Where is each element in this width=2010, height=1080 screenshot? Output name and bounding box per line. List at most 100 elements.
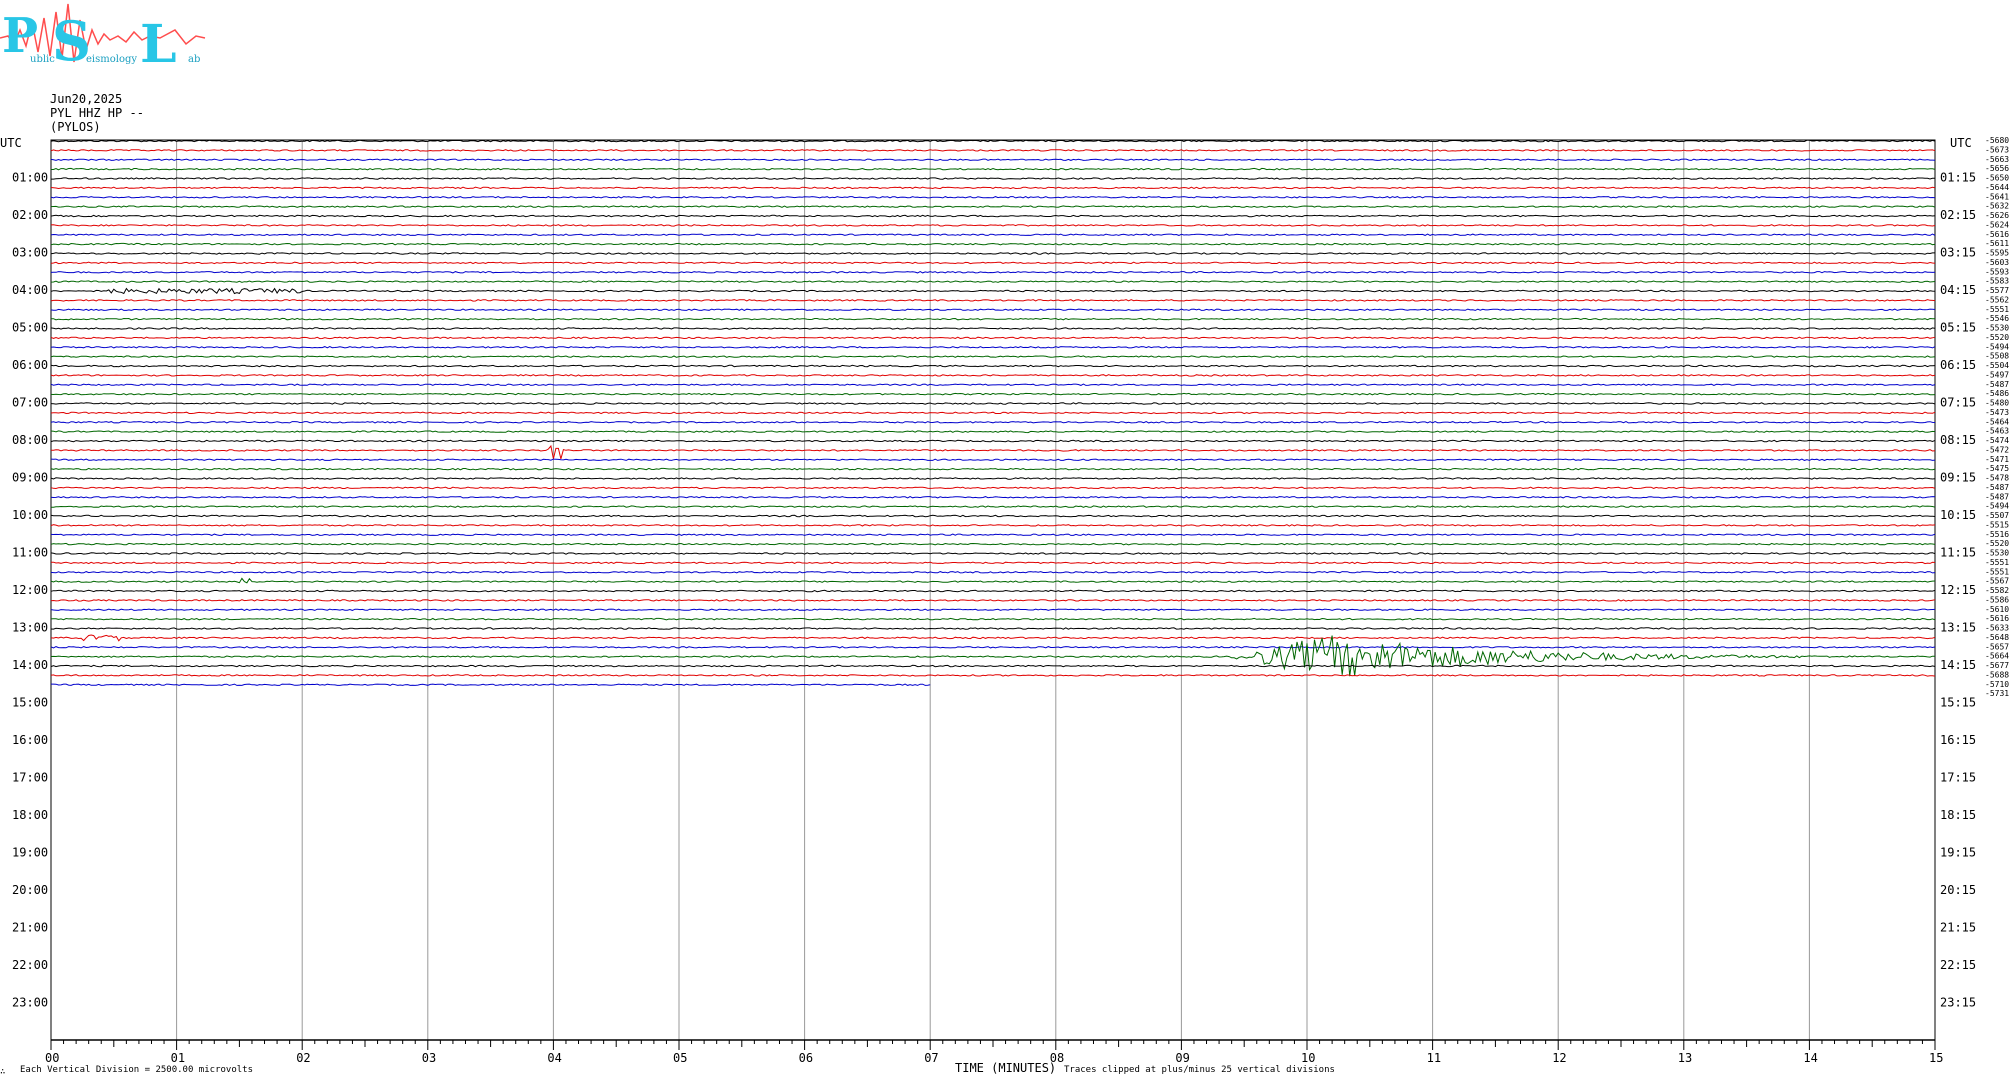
right-hour-label: 09:15 — [1940, 471, 1976, 485]
trace-row — [50, 186, 1936, 190]
offset-label: -5582 — [1985, 586, 2009, 595]
right-hour-label: 01:15 — [1940, 171, 1976, 185]
x-tick-label: 15 — [1929, 1051, 1943, 1065]
x-tick-label: 05 — [673, 1051, 687, 1065]
right-hour-label: 06:15 — [1940, 358, 1976, 372]
right-hour-label: 23:15 — [1940, 996, 1976, 1010]
trace-row — [50, 355, 1936, 358]
plot-frame — [50, 139, 1936, 1041]
offset-label: -5551 — [1985, 305, 2009, 314]
offset-label: -5487 — [1985, 380, 2009, 389]
right-hour-label: 04:15 — [1940, 283, 1976, 297]
offset-label: -5504 — [1985, 361, 2009, 370]
left-hour-label: 23:00 — [12, 996, 48, 1010]
offset-label: -5551 — [1985, 558, 2009, 567]
offset-label: -5626 — [1985, 211, 2009, 220]
right-hour-label: 21:15 — [1940, 921, 1976, 935]
offset-label: -5507 — [1985, 511, 2009, 520]
offset-label: -5664 — [1985, 652, 2009, 661]
trace-row — [50, 139, 1936, 143]
offset-label: -5530 — [1985, 549, 2009, 558]
right-hour-label: 11:15 — [1940, 546, 1976, 560]
right-hour-label: 03:15 — [1940, 246, 1976, 260]
trace-row — [50, 635, 1936, 677]
offset-label: -5515 — [1985, 520, 2009, 529]
offset-label: -5497 — [1985, 370, 2009, 379]
offset-label: -5583 — [1985, 277, 2009, 286]
trace-row — [50, 444, 1936, 460]
offset-label: -5593 — [1985, 267, 2009, 276]
trace-row — [50, 617, 1936, 621]
right-hour-label: 07:15 — [1940, 396, 1976, 410]
offset-label: -5632 — [1985, 202, 2009, 211]
x-tick-label: 00 — [45, 1051, 59, 1065]
logo-letter-l: L — [140, 14, 177, 75]
scale-note: Each Vertical Division = 2500.00 microvo… — [20, 1065, 253, 1075]
offset-label: -5641 — [1985, 192, 2009, 201]
offset-label: -5633 — [1985, 624, 2009, 633]
right-hour-label: 17:15 — [1940, 771, 1976, 785]
trace-row — [51, 561, 1936, 565]
left-hour-label: 10:00 — [12, 508, 48, 522]
offset-label: -5616 — [1985, 614, 2009, 623]
trace-row — [50, 308, 1936, 311]
trace-row — [50, 486, 1936, 490]
offset-label: -5508 — [1985, 352, 2009, 361]
trace-lines — [50, 139, 1936, 686]
left-hour-label: 19:00 — [12, 846, 48, 860]
offset-label: -5486 — [1985, 389, 2009, 398]
right-hour-label: 08:15 — [1940, 433, 1976, 447]
trace-row — [50, 346, 1936, 349]
offset-label: -5603 — [1985, 258, 2009, 267]
offset-label: -5595 — [1985, 249, 2009, 258]
left-hour-label: 02:00 — [12, 208, 48, 222]
right-hour-label: 12:15 — [1940, 583, 1976, 597]
left-hour-label: 15:00 — [12, 696, 48, 710]
trace-row — [50, 571, 1936, 574]
trace-row — [50, 599, 1936, 602]
offset-label: -5731 — [1985, 689, 2009, 698]
right-hour-label: 15:15 — [1940, 696, 1976, 710]
header-date: Jun20,2025 — [50, 92, 122, 106]
trace-row — [50, 458, 1936, 461]
right-hour-label: 02:15 — [1940, 208, 1976, 222]
trace-row — [50, 374, 1936, 377]
trace-row — [50, 430, 1936, 434]
trace-row — [50, 467, 1936, 471]
offset-label: -5673 — [1985, 145, 2009, 154]
left-hour-label: 11:00 — [12, 546, 48, 560]
offset-label: -5644 — [1985, 183, 2009, 192]
trace-row — [50, 646, 1936, 649]
right-hour-label: 16:15 — [1940, 733, 1976, 747]
offset-label: -5616 — [1985, 230, 2009, 239]
trace-row — [50, 364, 1936, 368]
left-hour-label: 18:00 — [12, 808, 48, 822]
trace-row — [50, 196, 1936, 199]
left-hour-label: 12:00 — [12, 583, 48, 597]
trace-row — [51, 505, 1936, 508]
offset-label: -5478 — [1985, 474, 2009, 483]
offset-label: -5520 — [1985, 333, 2009, 342]
left-hour-label: 13:00 — [12, 621, 48, 635]
offset-label: -5610 — [1985, 605, 2009, 614]
logo-sub-3: ab — [188, 54, 200, 65]
grid-lines — [50, 139, 1936, 1041]
x-axis-title: TIME (MINUTES) — [955, 1061, 1056, 1075]
offset-label: -5471 — [1985, 455, 2009, 464]
offset-label: -5663 — [1985, 155, 2009, 164]
left-hour-label: 03:00 — [12, 246, 48, 260]
offset-label: -5688 — [1985, 670, 2009, 679]
offset-label: -5710 — [1985, 680, 2009, 689]
offset-label: -5516 — [1985, 530, 2009, 539]
right-hour-label: 18:15 — [1940, 808, 1976, 822]
offset-label: -5656 — [1985, 164, 2009, 173]
trace-row — [51, 683, 931, 686]
right-hour-labels: 01:15 02:15 03:15 04:15 05:15 06:15 07:15 08:15… — [1940, 171, 1976, 1010]
trace-row — [51, 167, 1936, 171]
logo-sub-2: eismology — [86, 54, 137, 65]
trace-row — [51, 317, 1936, 321]
trace-row — [50, 533, 1936, 536]
x-tick-label: 04 — [547, 1051, 561, 1065]
trace-row — [50, 634, 1936, 642]
x-tick-label: 02 — [296, 1051, 310, 1065]
